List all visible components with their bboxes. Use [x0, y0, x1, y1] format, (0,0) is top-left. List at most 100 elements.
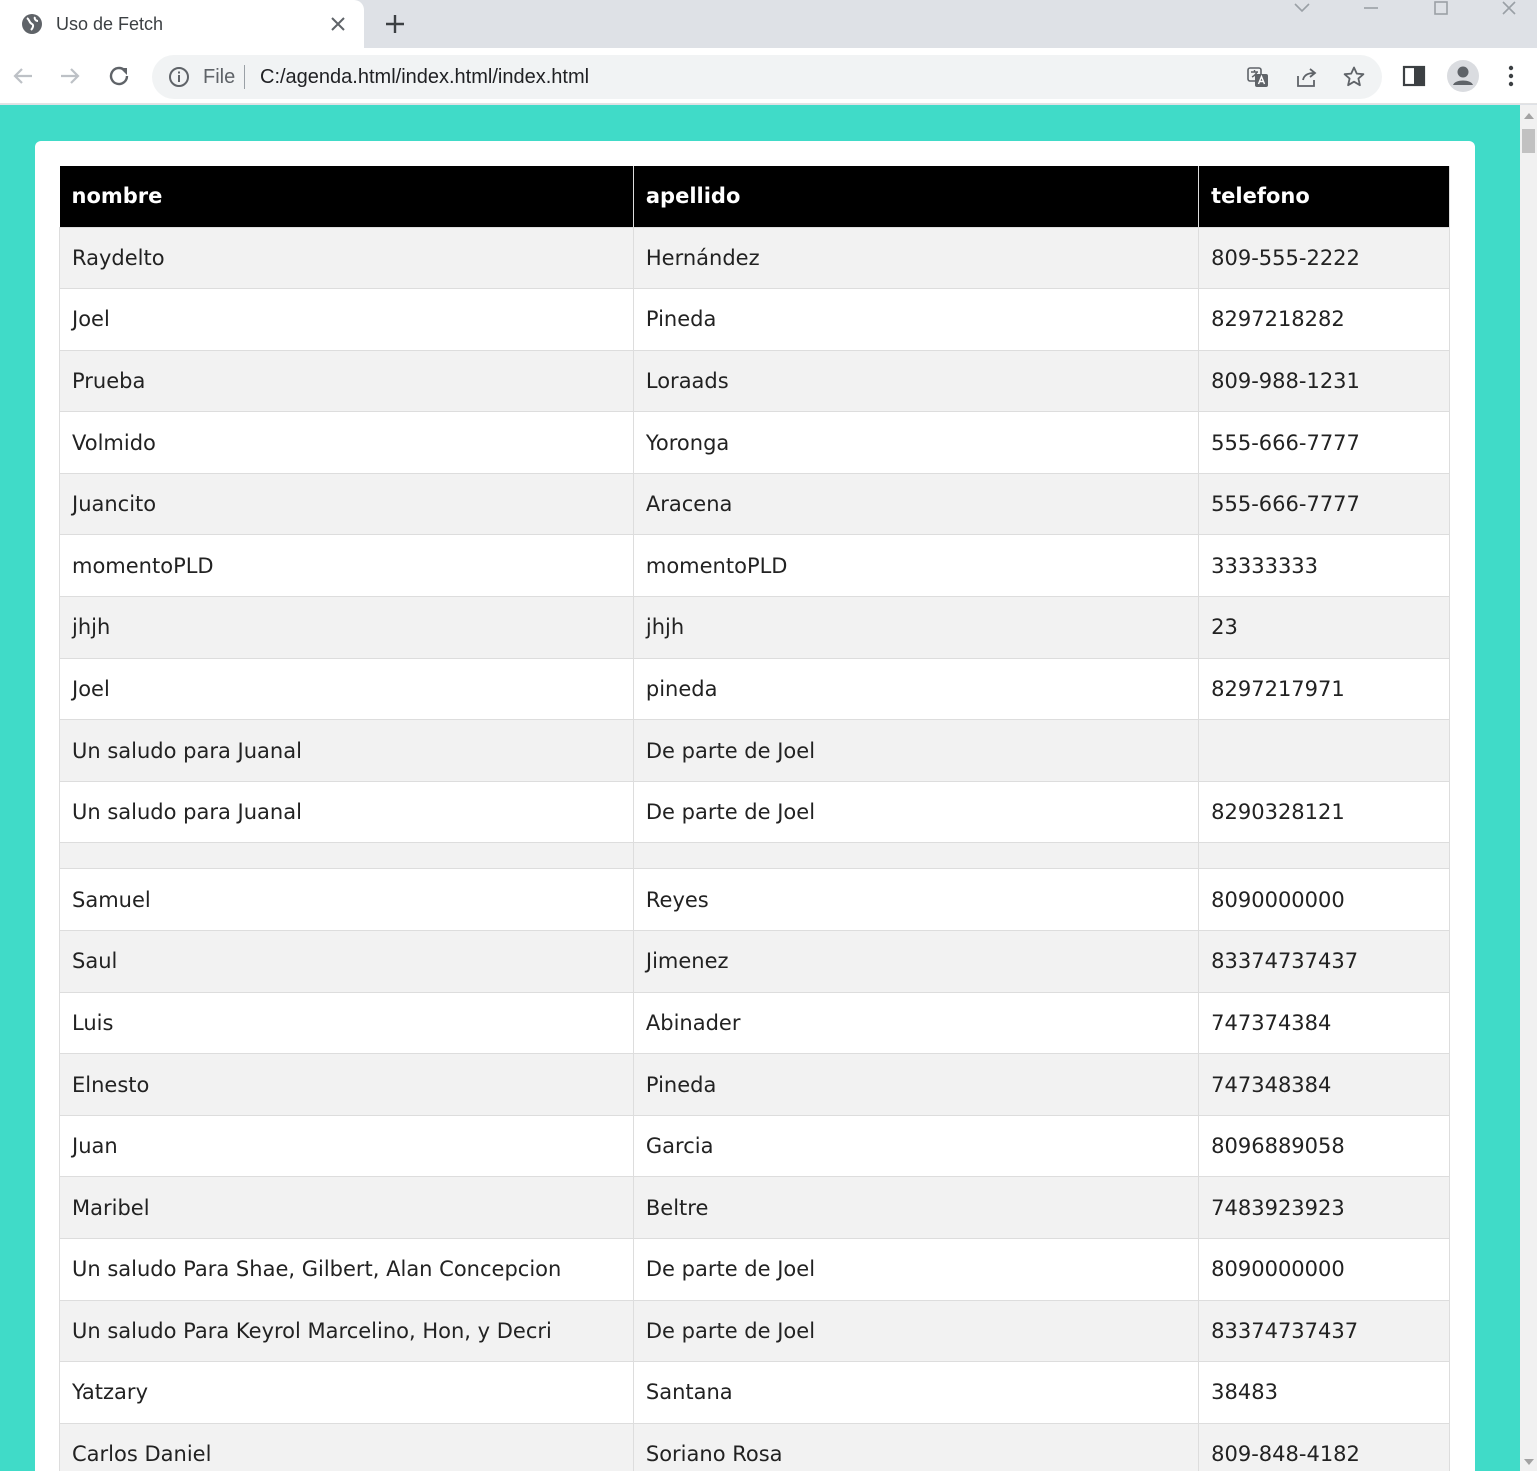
cell-nombre: Samuel: [59, 868, 634, 932]
cell-telefono: 809-848-4182: [1198, 1422, 1450, 1471]
table-header-row: nombre apellido telefono: [59, 166, 1450, 227]
cell-telefono: 555-666-7777: [1198, 411, 1450, 474]
table-row: [59, 842, 1450, 870]
cell-apellido: Aracena: [632, 472, 1200, 536]
browser-toolbar: File C:/agenda.html/index.html/index.htm…: [0, 48, 1537, 104]
scroll-down-arrow-icon[interactable]: [1524, 1459, 1534, 1465]
table-row: Luis Abinader 747374384: [59, 991, 1450, 1055]
cell-telefono: 83374737437: [1198, 930, 1450, 993]
tab-strip: Uso de Fetch: [0, 0, 1537, 48]
cell-nombre: Carlos Daniel: [59, 1422, 634, 1471]
table-row: Saul Jimenez 83374737437: [59, 930, 1450, 993]
table-row: Un saludo para Juanal De parte de Joel: [59, 719, 1450, 782]
cell-nombre: Un saludo para Juanal: [59, 780, 634, 844]
translate-icon[interactable]: [1246, 65, 1270, 89]
agenda-table: nombre apellido telefono Raydelto Hernánd…: [59, 166, 1450, 1471]
page-viewport: nombre apellido telefono Raydelto Hernánd…: [0, 105, 1537, 1471]
cell-telefono: [1198, 842, 1450, 870]
cell-nombre: jhjh: [59, 596, 634, 659]
table-row: Volmido Yoronga 555-666-7777: [59, 411, 1450, 474]
cell-apellido: De parte de Joel: [632, 1299, 1200, 1363]
table-row: Elnesto Pineda 747348384: [59, 1053, 1450, 1116]
column-header-nombre: nombre: [59, 166, 634, 227]
cell-telefono: [1198, 719, 1450, 782]
new-tab-icon[interactable]: [382, 11, 408, 37]
cell-apellido: Yoronga: [632, 411, 1200, 474]
share-icon[interactable]: [1295, 65, 1319, 89]
table-row: Yatzary Santana 38483: [59, 1361, 1450, 1424]
window-close-icon[interactable]: [1492, 0, 1526, 20]
cell-nombre: [59, 842, 634, 870]
cell-telefono: 555-666-7777: [1198, 472, 1450, 536]
url-text[interactable]: C:/agenda.html/index.html/index.html: [260, 65, 589, 89]
cell-nombre: Raydelto: [59, 226, 634, 290]
cell-telefono: 8090000000: [1198, 868, 1450, 932]
menu-dots-icon[interactable]: [1498, 63, 1524, 89]
cell-nombre: Juan: [59, 1114, 634, 1178]
scheme-label: File: [203, 66, 236, 88]
chevron-down-icon[interactable]: [1285, 0, 1319, 20]
cell-telefono: 8297218282: [1198, 288, 1450, 351]
cell-telefono: 747348384: [1198, 1053, 1450, 1116]
table-body: Raydelto Hernández 809-555-2222 Joel Pineda 8…: [59, 226, 1450, 1471]
info-icon[interactable]: [168, 66, 190, 88]
maximize-icon[interactable]: [1424, 0, 1458, 20]
cell-nombre: Joel: [59, 288, 634, 351]
cell-telefono: 7483923923: [1198, 1176, 1450, 1239]
cell-apellido: Jimenez: [632, 930, 1200, 993]
vertical-scrollbar[interactable]: [1520, 105, 1537, 1471]
browser-tab[interactable]: Uso de Fetch: [0, 0, 364, 48]
cell-telefono: 8297217971: [1198, 657, 1450, 721]
cell-apellido: pineda: [632, 657, 1200, 721]
cell-apellido: Garcia: [632, 1114, 1200, 1178]
forward-icon[interactable]: [56, 62, 84, 90]
profile-avatar-icon[interactable]: [1447, 60, 1479, 92]
cell-telefono: 747374384: [1198, 991, 1450, 1055]
cell-telefono: 809-555-2222: [1198, 226, 1450, 290]
content-card: nombre apellido telefono Raydelto Hernánd…: [35, 141, 1475, 1471]
table-row: jhjh jhjh 23: [59, 596, 1450, 659]
table-row: Samuel Reyes 8090000000: [59, 868, 1450, 932]
table-row: Joel pineda 8297217971: [59, 657, 1450, 721]
cell-nombre: Luis: [59, 991, 634, 1055]
cell-nombre: Un saludo para Juanal: [59, 719, 634, 782]
table-row: Un saludo Para Shae, Gilbert, Alan Conce…: [59, 1238, 1450, 1301]
back-icon[interactable]: [9, 62, 37, 90]
cell-apellido: Beltre: [632, 1176, 1200, 1239]
side-panel-icon[interactable]: [1401, 63, 1427, 89]
cell-telefono: 809-988-1231: [1198, 349, 1450, 413]
cell-nombre: Un saludo Para Shae, Gilbert, Alan Conce…: [59, 1238, 634, 1301]
cell-telefono: 33333333: [1198, 534, 1450, 598]
cell-nombre: Maribel: [59, 1176, 634, 1239]
cell-apellido: De parte de Joel: [632, 719, 1200, 782]
tab-title: Uso de Fetch: [56, 14, 164, 34]
column-header-apellido: apellido: [633, 166, 1200, 227]
cell-apellido: Abinader: [632, 991, 1200, 1055]
cell-nombre: Joel: [59, 657, 634, 721]
table-row: Juancito Aracena 555-666-7777: [59, 472, 1450, 536]
table-row: Raydelto Hernández 809-555-2222: [59, 226, 1450, 290]
cell-apellido: Hernández: [632, 226, 1200, 290]
cell-apellido: Pineda: [632, 1053, 1200, 1116]
cell-nombre: Volmido: [59, 411, 634, 474]
cell-nombre: Saul: [59, 930, 634, 993]
cell-telefono: 23: [1198, 596, 1450, 659]
star-icon[interactable]: [1342, 65, 1366, 89]
scroll-up-arrow-icon[interactable]: [1524, 113, 1534, 119]
close-icon[interactable]: [326, 12, 350, 36]
table-row: momentoPLD momentoPLD 33333333: [59, 534, 1450, 598]
cell-telefono: 8290328121: [1198, 780, 1450, 844]
cell-apellido: Soriano Rosa: [632, 1422, 1200, 1471]
cell-apellido: Reyes: [632, 868, 1200, 932]
cell-nombre: Elnesto: [59, 1053, 634, 1116]
scroll-thumb[interactable]: [1522, 129, 1535, 153]
reload-icon[interactable]: [105, 62, 133, 90]
cell-nombre: Prueba: [59, 349, 634, 413]
cell-telefono: 83374737437: [1198, 1299, 1450, 1363]
cell-apellido: [632, 842, 1200, 870]
address-bar[interactable]: File C:/agenda.html/index.html/index.htm…: [152, 55, 1382, 99]
cell-apellido: Loraads: [632, 349, 1200, 413]
minimize-icon[interactable]: [1354, 0, 1388, 20]
column-header-telefono: telefono: [1198, 166, 1450, 227]
cell-apellido: Pineda: [632, 288, 1200, 351]
